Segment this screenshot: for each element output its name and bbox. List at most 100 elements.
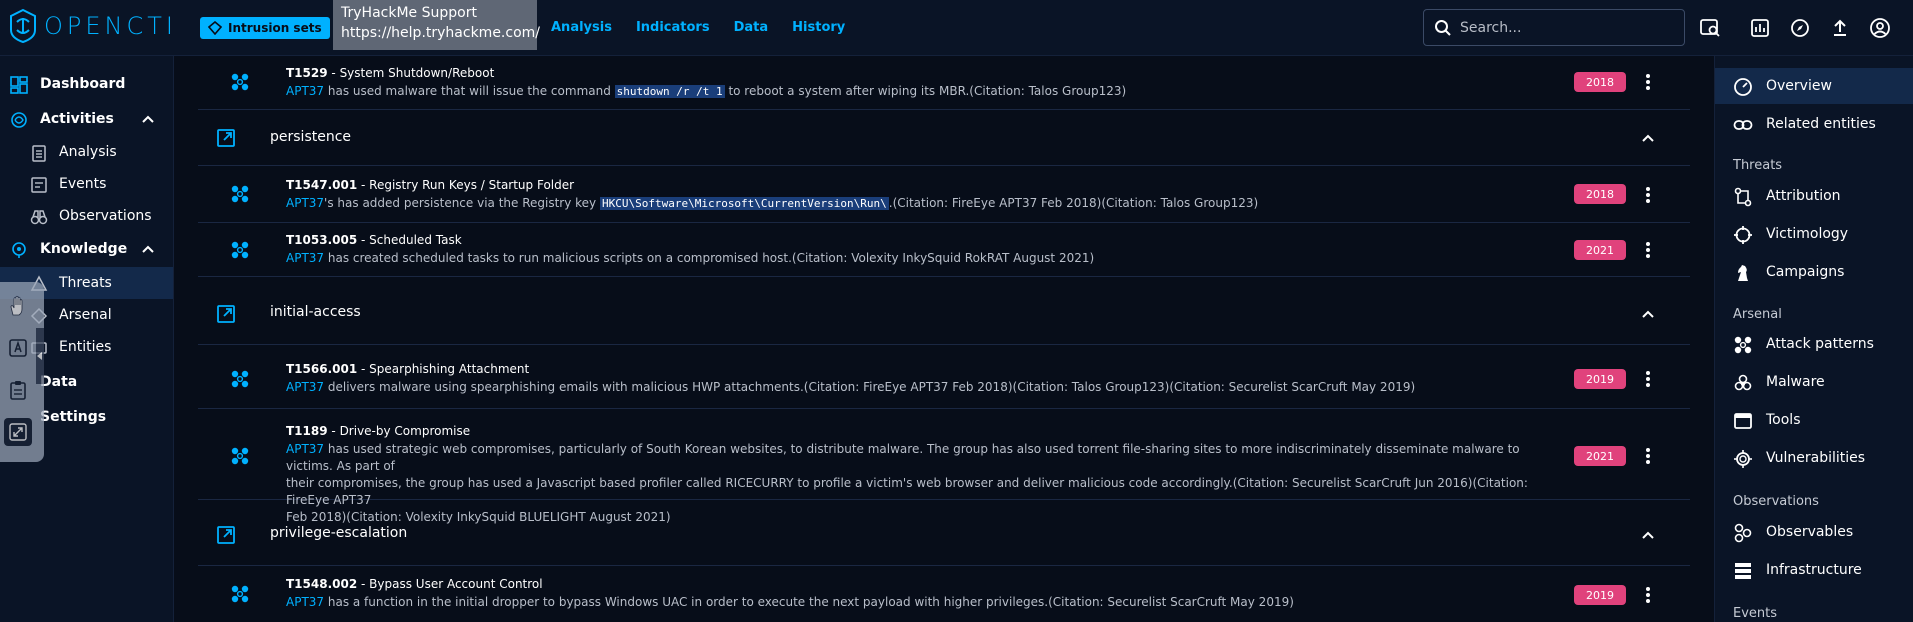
list-item[interactable]: T1566.001 - Spearphishing Attachment APT… — [198, 345, 1690, 409]
more-menu-icon[interactable] — [1642, 445, 1654, 467]
list-item[interactable]: T1529 - System Shutdown/Reboot APT37 has… — [198, 56, 1690, 110]
more-menu-icon[interactable] — [1642, 584, 1654, 606]
sidebar-label: Threats — [59, 275, 112, 291]
server-icon — [1735, 563, 1751, 579]
caret-left-icon — [37, 352, 42, 360]
registry-key-code: HKCU\Software\Microsoft\CurrentVersion\R… — [599, 197, 889, 210]
import-button[interactable] — [1826, 14, 1854, 42]
toolbox-resize-button[interactable] — [4, 418, 32, 446]
sidebar-item-events[interactable]: Events — [0, 168, 173, 200]
attack-patterns-list: T1529 - System Shutdown/Reboot APT37 has… — [198, 56, 1690, 622]
actor-link[interactable]: APT37 — [286, 595, 324, 609]
more-menu-icon[interactable] — [1642, 239, 1654, 261]
open-in-new-icon — [217, 129, 235, 147]
chevron-up-icon[interactable] — [1641, 307, 1655, 321]
attack-pattern-icon — [231, 73, 249, 91]
actor-link[interactable]: APT37 — [286, 196, 324, 210]
profile-button[interactable] — [1866, 14, 1894, 42]
list-item[interactable]: T1547.001 - Registry Run Keys / Startup … — [198, 166, 1690, 223]
chevron-up-icon — [142, 115, 154, 123]
toolbox-hand-button[interactable] — [4, 292, 32, 320]
search-icon — [1435, 19, 1451, 36]
actor-link[interactable]: APT37 — [286, 251, 324, 265]
actor-link[interactable]: APT37 — [286, 442, 324, 456]
tooltip-title: TryHackMe Support — [341, 5, 477, 21]
upload-icon — [1834, 19, 1846, 36]
top-nav-data[interactable]: Data — [734, 20, 769, 35]
more-menu-icon[interactable] — [1642, 71, 1654, 93]
list-item[interactable]: T1189 - Drive-by Compromise APT37 has us… — [198, 409, 1690, 524]
top-nav-analysis[interactable]: Analysis — [551, 20, 612, 35]
opencti-logo[interactable]: OPENCTI — [8, 6, 177, 46]
toolbox-collapse-arrow[interactable] — [36, 328, 44, 384]
more-menu-icon[interactable] — [1642, 184, 1654, 206]
list-item[interactable]: T1548.002 - Bypass User Account Control … — [198, 566, 1690, 622]
attack-pattern-icon — [231, 185, 249, 203]
image-search-icon — [1700, 19, 1720, 37]
explore-button[interactable] — [1786, 14, 1814, 42]
sidebar-item-knowledge[interactable]: Knowledge — [0, 233, 173, 265]
right-nav-section-events: Events — [1733, 606, 1778, 621]
sidebar-label: Analysis — [59, 144, 117, 160]
sidebar-label: Events — [59, 176, 107, 192]
list-item[interactable]: T1053.005 - Scheduled Task APT37 has cre… — [198, 223, 1690, 277]
technique-description: APT37 delivers malware using spearphishi… — [286, 379, 1415, 396]
sidebar-item-observations[interactable]: Observations — [0, 200, 173, 232]
top-nav-history[interactable]: History — [792, 20, 845, 35]
search-input[interactable] — [1460, 19, 1660, 36]
technique-name: Spearphishing Attachment — [369, 362, 530, 376]
right-nav-tools[interactable]: Tools — [1715, 402, 1913, 438]
attribution-icon — [1734, 187, 1752, 207]
sidebar-item-activities[interactable]: Activities — [0, 103, 173, 135]
right-nav-related-entities[interactable]: Related entities — [1715, 106, 1913, 142]
open-in-new-icon — [217, 526, 235, 544]
phase-name: initial-access — [270, 304, 361, 320]
sidebar-item-dashboard[interactable]: Dashboard — [0, 68, 173, 100]
actor-link[interactable]: APT37 — [286, 380, 324, 394]
kill-chain-phase-persistence[interactable]: persistence — [198, 110, 1690, 166]
right-nav-observables[interactable]: Observables — [1715, 514, 1913, 550]
technique-title: T1053.005 - Scheduled Task — [286, 233, 462, 247]
sidebar-label: Arsenal — [59, 307, 112, 323]
technique-title: T1529 - System Shutdown/Reboot — [286, 66, 495, 80]
actor-link[interactable]: APT37 — [286, 84, 324, 98]
right-nav-attribution[interactable]: Attribution — [1715, 178, 1913, 214]
more-menu-icon[interactable] — [1642, 368, 1654, 390]
technique-id: T1529 — [286, 66, 328, 80]
right-nav-overview[interactable]: Overview — [1715, 68, 1913, 104]
search-box[interactable] — [1423, 9, 1685, 46]
right-nav-victimology[interactable]: Victimology — [1715, 216, 1913, 252]
desc-text: has used malware that will issue the com… — [324, 84, 615, 98]
right-nav-vulnerabilities[interactable]: Vulnerabilities — [1715, 440, 1913, 476]
search-filter-button[interactable] — [1696, 14, 1724, 42]
desc-text: to reboot a system after wiping its MBR.… — [724, 84, 1127, 98]
technique-description: APT37 has used malware that will issue t… — [286, 83, 1126, 100]
chevron-up-icon[interactable] — [1641, 131, 1655, 145]
kill-chain-phase-privilege-escalation[interactable]: privilege-escalation — [198, 510, 1690, 566]
right-nav-campaigns[interactable]: Campaigns — [1715, 254, 1913, 290]
right-nav-attack-patterns[interactable]: Attack patterns — [1715, 326, 1913, 362]
right-nav-infrastructure[interactable]: Infrastructure — [1715, 552, 1913, 588]
chevron-up-icon[interactable] — [1641, 528, 1655, 542]
link-tooltip: TryHackMe Support https://help.tryhackme… — [333, 0, 540, 50]
opencti-logo-icon — [10, 8, 36, 44]
right-nav-label: Vulnerabilities — [1766, 450, 1866, 466]
sidebar-item-analysis[interactable]: Analysis — [0, 136, 173, 168]
technique-description: APT37 has a function in the initial drop… — [286, 594, 1294, 611]
desc-text: delivers malware using spearphishing ema… — [324, 380, 1416, 394]
sidebar-label: Entities — [59, 339, 112, 355]
desc-text: has created scheduled tasks to run malic… — [324, 251, 1095, 265]
breadcrumb-intrusion-sets[interactable]: Intrusion sets — [200, 17, 330, 39]
link-icon — [1733, 120, 1753, 130]
account-icon — [1870, 18, 1890, 38]
toolbox-text-button[interactable] — [4, 334, 32, 362]
top-nav-indicators[interactable]: Indicators — [636, 20, 710, 35]
year-badge: 2019 — [1574, 369, 1626, 389]
desc-text: .(Citation: FireEye APT37 Feb 2018)(Cita… — [888, 196, 1259, 210]
right-nav-malware[interactable]: Malware — [1715, 364, 1913, 400]
technique-name: Drive-by Compromise — [339, 424, 471, 438]
binoculars-icon — [30, 210, 48, 225]
kill-chain-phase-initial-access[interactable]: initial-access — [198, 289, 1690, 345]
dashboard-button[interactable] — [1746, 14, 1774, 42]
toolbox-clipboard-button[interactable] — [4, 376, 32, 404]
